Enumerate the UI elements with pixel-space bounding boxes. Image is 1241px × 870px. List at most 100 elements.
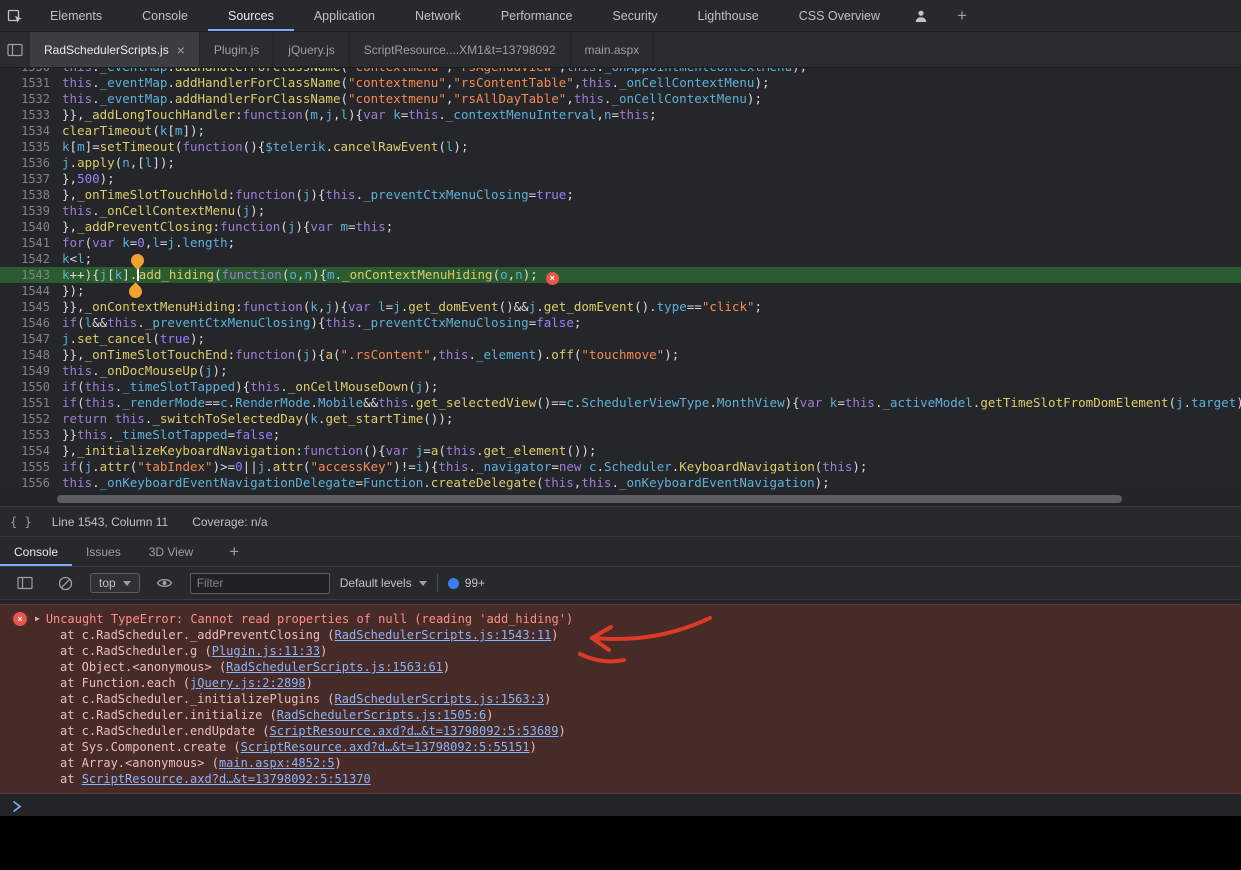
tab-console[interactable]: Console (122, 0, 208, 31)
code-line[interactable]: 1540},_addPreventClosing:function(j){var… (0, 219, 1241, 235)
line-number[interactable]: 1547 (0, 331, 62, 347)
code-line[interactable]: 1544}); (0, 283, 1241, 299)
tab-css-overview[interactable]: CSS Overview (779, 0, 900, 31)
source-link[interactable]: ScriptResource.axd?d…&t=13798092:5:55151 (241, 740, 530, 754)
code-line[interactable]: 1549this._onDocMouseUp(j); (0, 363, 1241, 379)
line-number[interactable]: 1532 (0, 91, 62, 107)
drawer-tab-console[interactable]: Console (0, 537, 72, 566)
line-number[interactable]: 1552 (0, 411, 62, 427)
line-number[interactable]: 1545 (0, 299, 62, 315)
line-number[interactable]: 1541 (0, 235, 62, 251)
line-number[interactable]: 1556 (0, 475, 62, 491)
code-line[interactable]: 1530this._eventMap.addHandlerForClassNam… (0, 68, 1241, 75)
code-line[interactable]: 1551if(this._renderMode==c.RenderMode.Mo… (0, 395, 1241, 411)
source-editor[interactable]: 1530this._eventMap.addHandlerForClassNam… (0, 68, 1241, 492)
code-line[interactable]: 1534clearTimeout(k[m]); (0, 123, 1241, 139)
source-link[interactable]: RadSchedulerScripts.js:1505:6 (277, 708, 487, 722)
line-number[interactable]: 1550 (0, 379, 62, 395)
code-line[interactable]: 1554},_initializeKeyboardNavigation:func… (0, 443, 1241, 459)
issues-counter[interactable]: 99+ (448, 576, 485, 590)
console-body[interactable]: × ▶ Uncaught TypeError: Cannot read prop… (0, 604, 1241, 816)
line-number[interactable]: 1539 (0, 203, 62, 219)
line-number[interactable]: 1554 (0, 443, 62, 459)
code-line[interactable]: 1555if(j.attr("tabIndex")>=0||j.attr("ac… (0, 459, 1241, 475)
source-link[interactable]: RadSchedulerScripts.js:1543:11 (335, 628, 552, 642)
code-line[interactable]: 1546if(l&&this._preventCtxMenuClosing){t… (0, 315, 1241, 331)
line-number[interactable]: 1553 (0, 427, 62, 443)
code-line[interactable]: 1552return this._switchToSelectedDay(k.g… (0, 411, 1241, 427)
code-line[interactable]: 1537},500); (0, 171, 1241, 187)
code-line[interactable]: 1556this._onKeyboardEventNavigationDeleg… (0, 475, 1241, 491)
clear-console-icon[interactable] (50, 567, 80, 599)
line-number[interactable]: 1551 (0, 395, 62, 411)
code-line[interactable]: 1539this._onCellContextMenu(j); (0, 203, 1241, 219)
source-link[interactable]: main.aspx:4852:5 (219, 756, 335, 770)
console-sidebar-icon[interactable] (10, 567, 40, 599)
code-line[interactable]: 1547j.set_cancel(true); (0, 331, 1241, 347)
line-number[interactable]: 1530 (0, 68, 62, 75)
tab-elements[interactable]: Elements (30, 0, 122, 31)
line-number[interactable]: 1537 (0, 171, 62, 187)
console-prompt[interactable] (0, 794, 1241, 818)
code-line[interactable]: 1548}},_onTimeSlotTouchEnd:function(j){a… (0, 347, 1241, 363)
expand-triangle-icon[interactable]: ▶ (35, 611, 40, 627)
context-selector[interactable]: top (90, 573, 140, 593)
file-tab-jquery-js[interactable]: jQuery.js (274, 32, 349, 67)
live-expression-eye-icon[interactable] (150, 567, 180, 599)
line-number[interactable]: 1542 (0, 251, 62, 267)
code-line[interactable]: 1535k[m]=setTimeout(function(){$telerik.… (0, 139, 1241, 155)
filter-input[interactable] (190, 573, 330, 594)
drawer-tab-3d-view[interactable]: 3D View (135, 537, 207, 566)
line-number[interactable]: 1548 (0, 347, 62, 363)
code-line[interactable]: 1536j.apply(n,[l]); (0, 155, 1241, 171)
drawer-tab-issues[interactable]: Issues (72, 537, 135, 566)
tab-lighthouse[interactable]: Lighthouse (678, 0, 779, 31)
line-number[interactable]: 1546 (0, 315, 62, 331)
code-line[interactable]: 1533}},_addLongTouchHandler:function(m,j… (0, 107, 1241, 123)
file-tab-scriptresource-xm1-t-13798092[interactable]: ScriptResource....XM1&t=13798092 (350, 32, 571, 67)
line-number[interactable]: 1538 (0, 187, 62, 203)
file-tab-main-aspx[interactable]: main.aspx (571, 32, 655, 67)
code-line[interactable]: 1553}}this._timeSlotTapped=false; (0, 427, 1241, 443)
scrollbar-thumb[interactable] (57, 495, 1122, 503)
code-line[interactable]: 1538},_onTimeSlotTouchHold:function(j){t… (0, 187, 1241, 203)
code-line[interactable]: 1545}},_onContextMenuHiding:function(k,j… (0, 299, 1241, 315)
line-number[interactable]: 1534 (0, 123, 62, 139)
tab-network[interactable]: Network (395, 0, 481, 31)
line-number[interactable]: 1549 (0, 363, 62, 379)
line-number[interactable]: 1535 (0, 139, 62, 155)
source-link[interactable]: RadSchedulerScripts.js:1563:3 (335, 692, 545, 706)
horizontal-scrollbar[interactable] (0, 492, 1241, 506)
line-number[interactable]: 1540 (0, 219, 62, 235)
source-link[interactable]: jQuery.js:2:2898 (190, 676, 306, 690)
source-link[interactable]: ScriptResource.axd?d…&t=13798092:5:51370 (82, 772, 371, 786)
code-line[interactable]: 1532this._eventMap.addHandlerForClassNam… (0, 91, 1241, 107)
line-number[interactable]: 1544 (0, 283, 62, 299)
line-number[interactable]: 1533 (0, 107, 62, 123)
line-number[interactable]: 1543 (0, 267, 62, 283)
source-link[interactable]: ScriptResource.axd?d…&t=13798092:5:53689 (270, 724, 559, 738)
person-icon[interactable] (906, 0, 936, 31)
inspect-icon[interactable] (0, 0, 30, 31)
close-icon[interactable]: × (177, 43, 185, 57)
log-levels-dropdown[interactable]: Default levels (340, 576, 427, 590)
code-line[interactable]: 1542k<l; (0, 251, 1241, 267)
file-tab-radschedulerscripts-js[interactable]: RadSchedulerScripts.js× (30, 32, 200, 67)
add-drawer-tab-button[interactable]: + (229, 537, 257, 566)
tab-sources[interactable]: Sources (208, 0, 294, 31)
code-line[interactable]: 1531this._eventMap.addHandlerForClassNam… (0, 75, 1241, 91)
source-link[interactable]: RadSchedulerScripts.js:1563:61 (226, 660, 443, 674)
tab-performance[interactable]: Performance (481, 0, 593, 31)
line-number[interactable]: 1536 (0, 155, 62, 171)
pretty-print-button[interactable]: { } (10, 515, 32, 529)
navigator-toggle-icon[interactable] (0, 32, 30, 67)
code-line[interactable]: 1541for(var k=0,l=j.length; (0, 235, 1241, 251)
tab-application[interactable]: Application (294, 0, 395, 31)
line-number[interactable]: 1531 (0, 75, 62, 91)
source-link[interactable]: Plugin.js:11:33 (212, 644, 320, 658)
tab-security[interactable]: Security (592, 0, 677, 31)
more-tabs-button[interactable]: + (948, 0, 976, 31)
code-line[interactable]: 1543k++){j[k].add_hiding(function(o,n){m… (0, 267, 1241, 283)
line-number[interactable]: 1555 (0, 459, 62, 475)
file-tab-plugin-js[interactable]: Plugin.js (200, 32, 274, 67)
